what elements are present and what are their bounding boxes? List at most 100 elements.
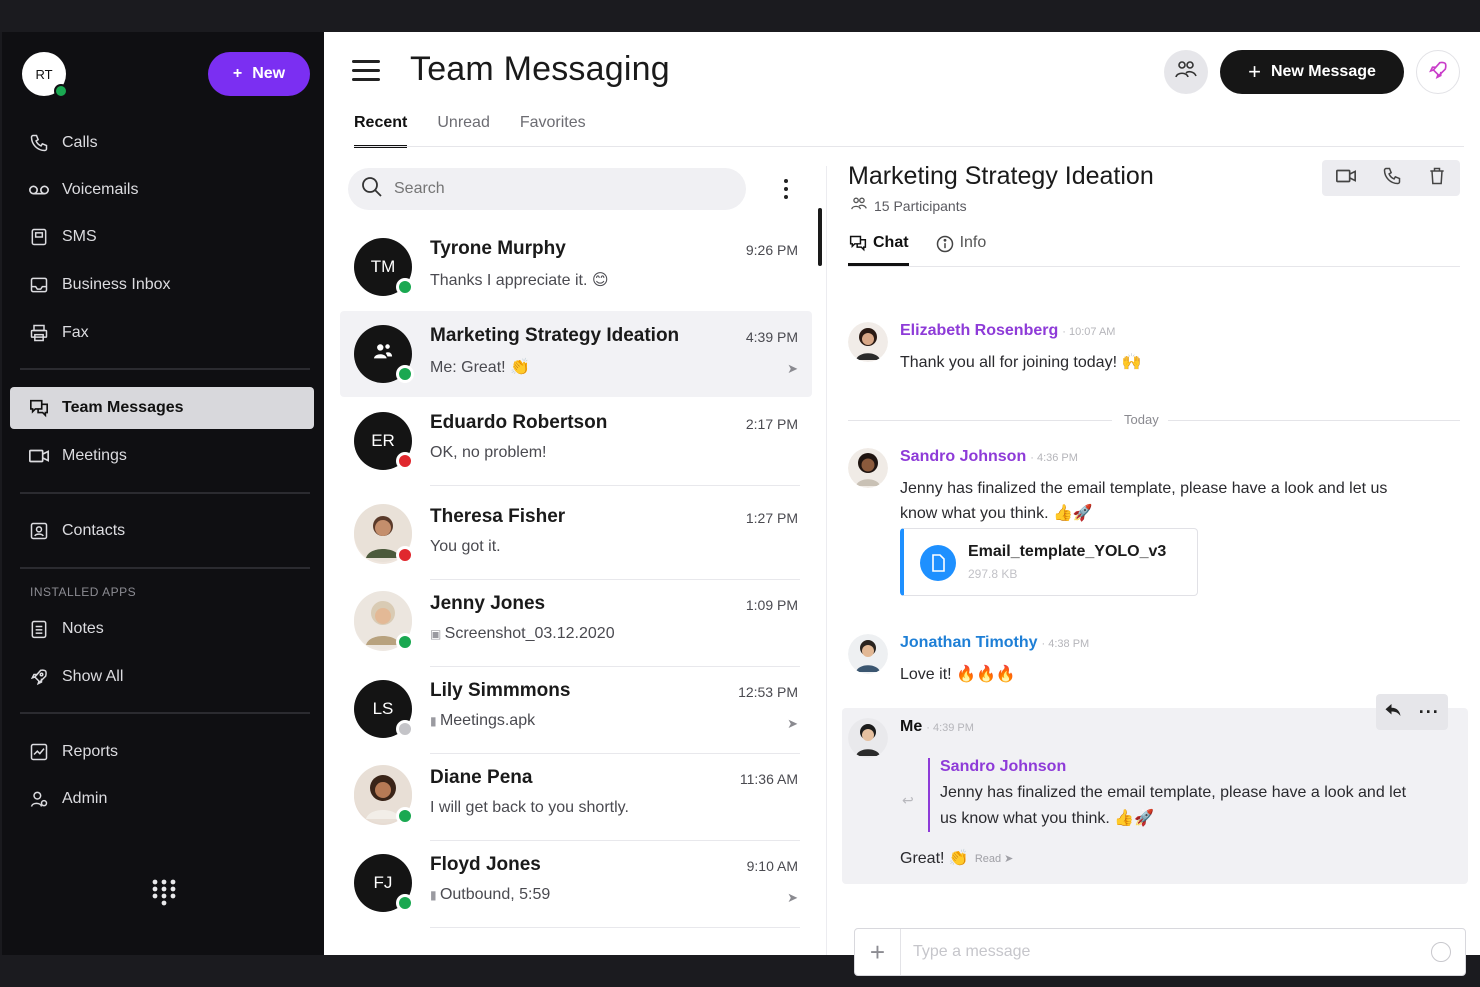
time-text: 10:07 AM: [1068, 326, 1116, 338]
status-dot: [396, 546, 414, 564]
tab-chat[interactable]: Chat: [848, 234, 909, 266]
sidebar-item-fax[interactable]: Fax: [10, 312, 314, 354]
sidebar-item-sms[interactable]: SMS: [10, 216, 314, 258]
chat-actions: [1322, 160, 1460, 196]
conversation-name: Jenny Jones: [430, 593, 546, 614]
sidebar-item-show-all[interactable]: Show All: [10, 656, 314, 698]
message-text: Thank you all for joining today! 🙌: [900, 354, 1142, 371]
conversation-item[interactable]: FJ Floyd Jones ▮ Outbound, 5:59 9:10 AM …: [340, 840, 812, 928]
sidebar-item-label: Team Messages: [62, 399, 184, 416]
search-icon: [360, 175, 384, 204]
sidebar-divider: [20, 712, 310, 714]
dialpad-icon[interactable]: [150, 878, 178, 908]
message-actions: ···: [1376, 694, 1448, 730]
video-call-icon[interactable]: [1335, 168, 1357, 189]
sidebar-item-meetings[interactable]: Meetings: [10, 435, 314, 477]
own-message[interactable]: Me · 4:39 PM ↩ Sandro Johnson Jenny has f…: [842, 708, 1468, 884]
chat-tabs: Chat Info: [848, 234, 986, 266]
conversation-item[interactable]: Theresa Fisher You got it. 1:27 PM: [340, 492, 812, 580]
sms-icon: [28, 226, 50, 248]
read-label: Read: [974, 852, 1002, 865]
add-attachment-button[interactable]: +: [855, 929, 901, 975]
conversation-name: Tyrone Murphy: [430, 238, 566, 259]
tab-favorites[interactable]: Favorites: [520, 114, 586, 148]
sidebar-item-label: Meetings: [62, 447, 127, 464]
reply-icon[interactable]: [1384, 702, 1402, 723]
search-bar: [348, 168, 746, 210]
status-dot: [396, 633, 414, 651]
avatar: [848, 448, 888, 488]
message-input[interactable]: [913, 941, 1413, 963]
sidebar-item-business-inbox[interactable]: Business Inbox: [10, 264, 314, 306]
conversation-item[interactable]: Jenny Jones ▣ Screenshot_03.12.2020 1:09…: [340, 579, 812, 667]
message-text: Great! 👏 Read ➤: [900, 848, 1013, 868]
sidebar-item-notes[interactable]: Notes: [10, 608, 314, 650]
conversation-item[interactable]: Diane Pena I will get back to you shortl…: [340, 753, 812, 841]
user-avatar[interactable]: RT: [22, 52, 68, 98]
sidebar-item-label: Business Inbox: [62, 276, 171, 293]
menu-icon[interactable]: [352, 58, 382, 82]
day-divider: Today: [848, 412, 1460, 428]
participants-icon: [850, 196, 868, 215]
app-frame: RT + New Calls Voicemails SMS Business I…: [0, 0, 1480, 987]
group-add-button[interactable]: [1164, 50, 1208, 94]
conversation-preview: OK, no problem!: [430, 444, 547, 461]
panel-divider: [826, 166, 827, 955]
reply-icon: ↩: [902, 792, 914, 808]
more-options-icon[interactable]: ···: [1419, 702, 1440, 723]
conversation-item[interactable]: Marketing Strategy Ideation Me: Great! 👏…: [340, 311, 812, 397]
author-name: Elizabeth Rosenberg: [900, 322, 1059, 339]
chat-bubbles-icon: [28, 397, 50, 419]
file-attachment[interactable]: Email_template_YOLO_v3 297.8 KB: [900, 528, 1198, 596]
conversation-time: 12:53 PM: [738, 684, 798, 700]
conversation-preview: ▣ Screenshot_03.12.2020: [430, 625, 615, 643]
file-size: 297.8 KB: [968, 567, 1018, 581]
row-divider: [430, 927, 800, 928]
message-time: · 4:36 PM: [1030, 452, 1078, 464]
tab-unread[interactable]: Unread: [437, 114, 489, 148]
conversation-preview: You got it.: [430, 538, 501, 555]
contact-card-icon: [28, 520, 50, 542]
inbox-icon: [28, 274, 50, 296]
avatar: [354, 503, 414, 564]
new-button[interactable]: + New: [208, 52, 310, 96]
more-options-icon[interactable]: [776, 176, 796, 202]
trash-icon[interactable]: [1427, 166, 1447, 191]
conversation-time: 2:17 PM: [745, 416, 798, 432]
sidebar-item-team-messages[interactable]: Team Messages: [10, 387, 314, 429]
search-input[interactable]: [394, 180, 694, 198]
participants-count[interactable]: 15 Participants: [850, 196, 967, 215]
conversation-list-scrollbar[interactable]: [818, 208, 822, 266]
sidebar-item-admin[interactable]: Admin: [10, 778, 314, 820]
sidebar-divider: [20, 492, 310, 494]
plus-icon: +: [232, 65, 243, 82]
emoji-icon[interactable]: [1431, 942, 1451, 962]
launch-button[interactable]: [1416, 50, 1460, 94]
conversation-name: Lily Simmmons: [430, 680, 571, 701]
sidebar-item-reports[interactable]: Reports: [10, 731, 314, 773]
sidebar-item-label: Reports: [62, 743, 119, 760]
plus-icon: +: [1248, 59, 1261, 84]
conversation-item[interactable]: LS Lily Simmmons ▮ Meetings.apk 12:53 PM…: [340, 666, 812, 754]
tab-recent[interactable]: Recent: [354, 114, 408, 148]
conversation-item[interactable]: TM Tyrone Murphy Thanks I appreciate it.…: [340, 224, 812, 312]
conversation-item[interactable]: ER Eduardo Robertson OK, no problem! 2:1…: [340, 398, 812, 486]
message-author: Jonathan Timothy · 4:38 PM: [900, 634, 1089, 652]
avatar: [848, 634, 888, 674]
group-icon: [372, 342, 394, 367]
phone-icon[interactable]: [1382, 166, 1402, 191]
avatar-initials: ER: [371, 431, 395, 450]
voicemail-icon: [28, 179, 50, 201]
conversation-time: 1:09 PM: [745, 597, 798, 613]
conversation-name: Floyd Jones: [430, 854, 541, 875]
chat-title: Marketing Strategy Ideation: [848, 162, 1154, 190]
tab-info[interactable]: Info: [935, 234, 987, 266]
sidebar-item-calls[interactable]: Calls: [10, 122, 314, 164]
avatar: [354, 325, 414, 383]
conversation-name: Marketing Strategy Ideation: [430, 325, 680, 346]
sidebar-item-contacts[interactable]: Contacts: [10, 510, 314, 552]
sent-arrow-icon: ➤: [787, 361, 798, 376]
tab-label: Info: [959, 234, 987, 251]
sidebar-item-voicemails[interactable]: Voicemails: [10, 169, 314, 211]
new-message-button[interactable]: + New Message: [1220, 50, 1404, 94]
